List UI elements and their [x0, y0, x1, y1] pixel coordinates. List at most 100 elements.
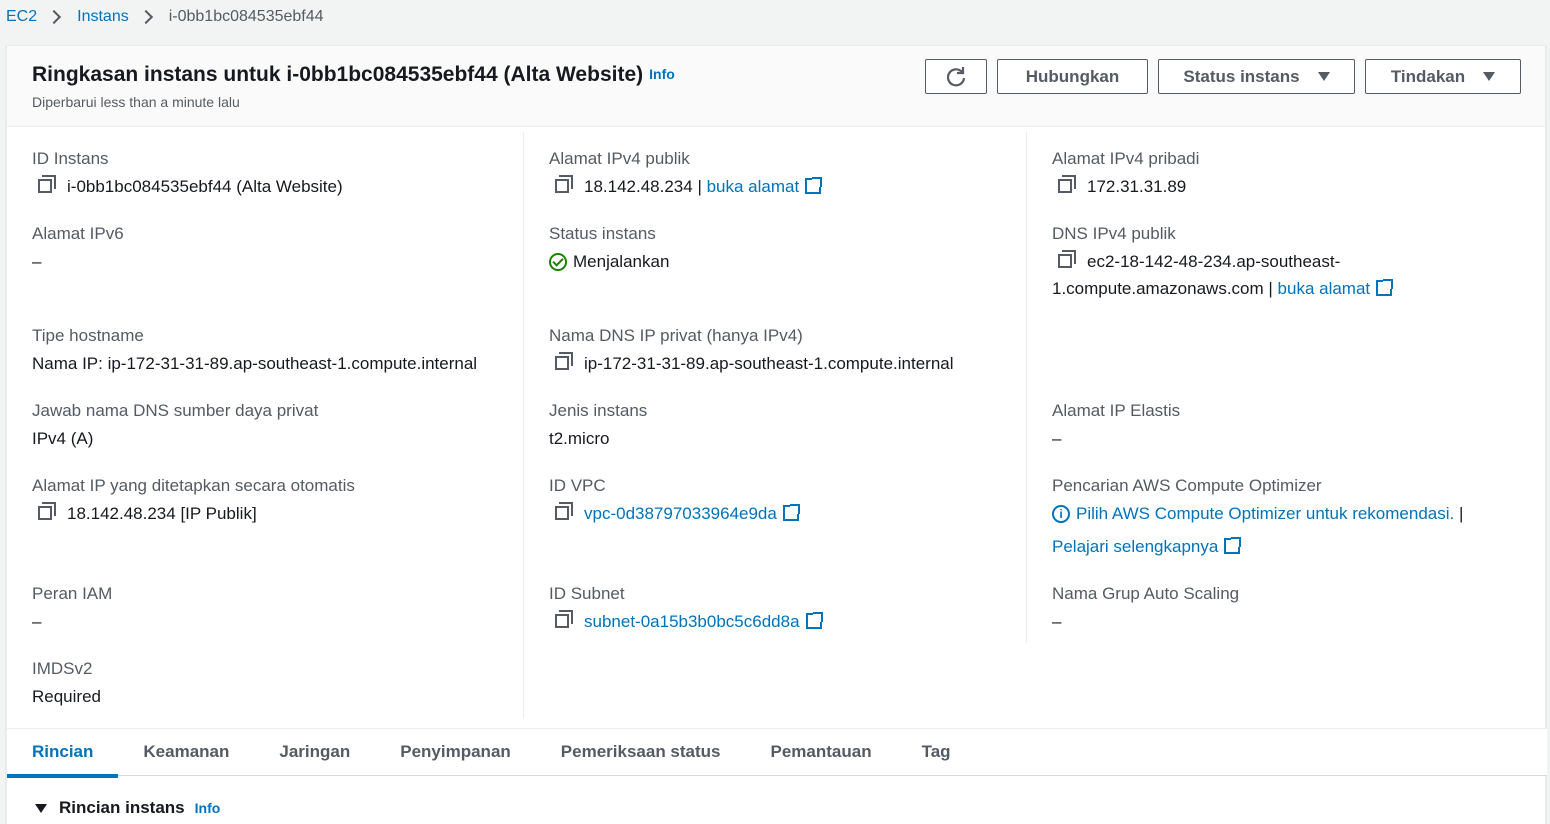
field-label: Jenis instans	[549, 401, 648, 420]
tab-rincian[interactable]: Rincian	[7, 741, 119, 778]
field-private-dns: Nama DNS IP privat (hanya IPv4) ip-172-3…	[549, 322, 1016, 377]
info-link[interactable]: Info	[649, 66, 675, 82]
field-label: Alamat IP Elastis	[1052, 401, 1181, 420]
instance-type-value: t2.micro	[549, 429, 610, 448]
field-auto-ip: Alamat IP yang ditetapkan secara otomati…	[32, 472, 513, 527]
info-icon: i	[1052, 505, 1070, 523]
breadcrumb: EC2 Instans i-0bb1bc084535ebf44	[6, 4, 324, 30]
field-label: Alamat IP yang ditetapkan secara otomati…	[32, 476, 355, 495]
field-label: Peran IAM	[32, 584, 113, 603]
caret-down-icon	[1317, 72, 1330, 81]
field-label: Status instans	[549, 224, 656, 243]
refresh-icon	[946, 66, 966, 86]
vpc-id-link[interactable]: vpc-0d38797033964e9da	[584, 500, 800, 527]
tab-jaringan[interactable]: Jaringan	[254, 741, 375, 763]
field-instance-type: Jenis instans t2.micro	[549, 397, 1016, 452]
external-link-icon	[805, 612, 823, 629]
copy-icon[interactable]	[555, 352, 573, 370]
field-label: Tipe hostname	[32, 326, 144, 345]
field-label: DNS IPv4 publik	[1052, 224, 1176, 243]
actions-dropdown[interactable]: Tindakan	[1365, 59, 1521, 94]
field-iam-role: Peran IAM –	[32, 580, 513, 635]
field-private-ipv4: Alamat IPv4 pribadi 172.31.31.89	[1052, 145, 1537, 200]
panel-header: Ringkasan instans untuk i-0bb1bc084535eb…	[7, 46, 1545, 127]
field-label: Nama DNS IP privat (hanya IPv4)	[549, 326, 803, 345]
summary-column-2: Alamat IPv4 publik 18.142.48.234 | buka …	[524, 132, 1027, 643]
subnet-id-text: subnet-0a15b3b0bc5c6dd8a	[584, 612, 800, 631]
chevron-right-icon	[138, 9, 153, 25]
field-label: ID Subnet	[549, 584, 625, 603]
open-address-link[interactable]: buka alamat	[706, 173, 823, 200]
check-circle-icon	[549, 253, 567, 271]
external-link-icon	[1376, 279, 1394, 296]
info-link[interactable]: Info	[195, 800, 221, 816]
external-link-icon	[782, 504, 800, 521]
page-title-text: Ringkasan instans untuk i-0bb1bc084535eb…	[32, 63, 644, 86]
copy-icon[interactable]	[555, 610, 573, 628]
tab-tag[interactable]: Tag	[897, 741, 976, 763]
field-label: Jawab nama DNS sumber daya privat	[32, 401, 319, 420]
learn-more-link[interactable]: Pelajari selengkapnya	[1052, 533, 1242, 560]
instance-details-section-header[interactable]: Rincian instans Info	[35, 798, 220, 818]
instance-id-value: i-0bb1bc084535ebf44 (Alta Website)	[67, 177, 343, 196]
field-label: Alamat IPv4 publik	[549, 149, 690, 168]
asg-value: –	[1052, 612, 1062, 631]
field-public-ipv4: Alamat IPv4 publik 18.142.48.234 | buka …	[549, 145, 1016, 200]
field-dns-answer: Jawab nama DNS sumber daya privat IPv4 (…	[32, 397, 513, 452]
field-label: IMDSv2	[32, 659, 93, 678]
tab-keamanan[interactable]: Keamanan	[118, 741, 254, 763]
field-elastic-ip: Alamat IP Elastis –	[1052, 397, 1537, 452]
field-asg: Nama Grup Auto Scaling –	[1052, 580, 1537, 635]
external-link-icon	[1224, 537, 1242, 554]
tab-pemantauan[interactable]: Pemantauan	[746, 741, 897, 763]
copy-icon[interactable]	[38, 502, 56, 520]
compute-optimizer-link[interactable]: Pilih AWS Compute Optimizer untuk rekome…	[1076, 500, 1454, 527]
public-dns-value-cont: 1.compute.amazonaws.com |	[1052, 279, 1273, 298]
learn-more-text: Pelajari selengkapnya	[1052, 537, 1219, 556]
field-label: ID VPC	[549, 476, 606, 495]
field-hostname-type: Tipe hostname Nama IP: ip-172-31-31-89.a…	[32, 322, 513, 377]
copy-icon[interactable]	[555, 502, 573, 520]
field-label: Nama Grup Auto Scaling	[1052, 584, 1240, 603]
summary-column-1: ID Instans i-0bb1bc084535ebf44 (Alta Web…	[7, 132, 524, 719]
page-title: Ringkasan instans untuk i-0bb1bc084535eb…	[32, 63, 675, 87]
open-address-link[interactable]: buka alamat	[1277, 275, 1394, 302]
instance-state-label: Status instans	[1183, 66, 1300, 86]
section-title: Rincian instans	[59, 798, 185, 817]
tab-penyimpanan[interactable]: Penyimpanan	[375, 741, 536, 763]
elastic-ip-value: –	[1052, 429, 1062, 448]
tab-pemeriksaan-status[interactable]: Pemeriksaan status	[536, 741, 746, 763]
field-public-dns: DNS IPv4 publik ec2-18-142-48-234.ap-sou…	[1052, 220, 1537, 302]
field-compute-optimizer: Pencarian AWS Compute Optimizer i Pilih A…	[1052, 472, 1537, 560]
breadcrumb-current: i-0bb1bc084535ebf44	[168, 8, 324, 25]
iam-role-value: –	[32, 612, 42, 631]
copy-icon[interactable]	[1058, 250, 1076, 268]
connect-button[interactable]: Hubungkan	[997, 59, 1148, 94]
open-address-text: buka alamat	[1277, 279, 1371, 298]
summary-grid: ID Instans i-0bb1bc084535ebf44 (Alta Web…	[7, 128, 1547, 728]
external-link-icon	[805, 177, 823, 194]
hostname-type-value: Nama IP: ip-172-31-31-89.ap-southeast-1.…	[32, 354, 478, 373]
imds-value: Required	[32, 687, 101, 706]
instance-state-value: Menjalankan	[573, 252, 670, 271]
subnet-id-link[interactable]: subnet-0a15b3b0bc5c6dd8a	[584, 608, 823, 635]
breadcrumb-instans[interactable]: Instans	[77, 8, 129, 26]
public-dns-value: ec2-18-142-48-234.ap-southeast-	[1087, 252, 1341, 271]
instance-state-dropdown[interactable]: Status instans	[1158, 59, 1355, 94]
copy-icon[interactable]	[38, 175, 56, 193]
refresh-button[interactable]	[925, 59, 987, 94]
open-address-text: buka alamat	[706, 177, 800, 196]
copy-icon[interactable]	[1058, 175, 1076, 193]
field-label: Pencarian AWS Compute Optimizer	[1052, 476, 1322, 495]
last-updated-text: Diperbarui less than a minute lalu	[32, 94, 240, 110]
detail-tabs: Rincian Keamanan Jaringan Penyimpanan Pe…	[7, 728, 1547, 778]
field-instance-id: ID Instans i-0bb1bc084535ebf44 (Alta Web…	[32, 145, 513, 200]
caret-down-icon	[1483, 72, 1496, 81]
instance-summary-panel: Ringkasan instans untuk i-0bb1bc084535eb…	[6, 45, 1547, 824]
breadcrumb-ec2[interactable]: EC2	[6, 8, 37, 26]
field-subnet-id: ID Subnet subnet-0a15b3b0bc5c6dd8a	[549, 580, 1016, 635]
private-ipv4-value: 172.31.31.89	[1087, 177, 1187, 196]
chevron-right-icon	[47, 9, 62, 25]
copy-icon[interactable]	[555, 175, 573, 193]
actions-label: Tindakan	[1390, 66, 1466, 86]
